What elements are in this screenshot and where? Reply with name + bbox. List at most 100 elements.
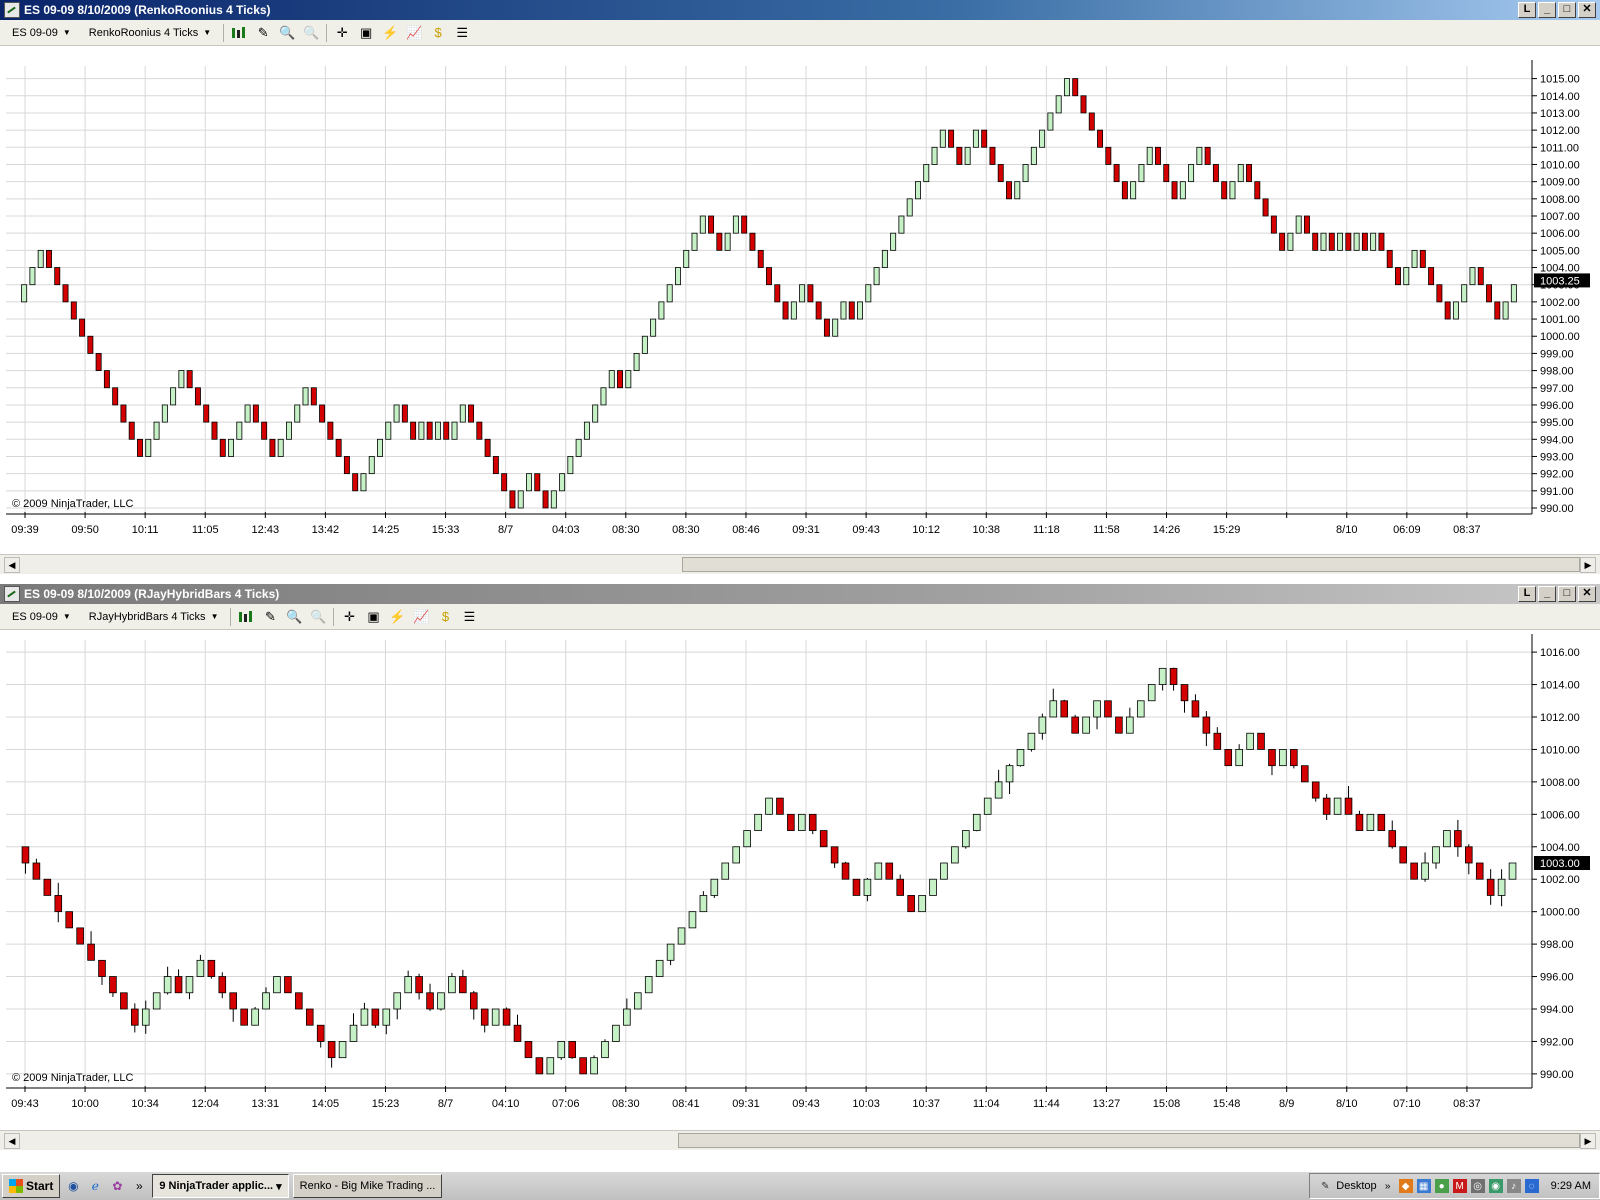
start-button[interactable]: Start [2,1174,61,1198]
up-brick [236,421,243,440]
renko-chart[interactable]: 09:39 09:50 10:11 11:05 12:43 13:42 14:25 15:33… [0,46,1600,554]
windows-logo-icon [9,1179,23,1193]
strategy-icon[interactable]: ⚡ [381,24,399,42]
down-brick [54,895,63,913]
properties-icon[interactable]: ☰ [460,608,478,626]
zoom-out-icon[interactable]: 🔍 [309,608,327,626]
properties-icon[interactable]: ☰ [453,24,471,42]
task-browser[interactable]: Renko - Big Mike Trading ... [292,1174,443,1198]
drawing-tool-icon[interactable]: ✎ [254,24,272,42]
maximize-button[interactable]: □ [1558,586,1576,602]
tray-expand-icon[interactable]: » [1381,1179,1395,1193]
window-titlebar[interactable]: ES 09-09 8/10/2009 (RenkoRoonius 4 Ticks… [0,0,1600,20]
crosshair-icon[interactable]: ✛ [333,24,351,42]
window-titlebar[interactable]: ES 09-09 8/10/2009 (RJayHybridBars 4 Tic… [0,584,1600,604]
desktop-toolbar-label[interactable]: Desktop [1336,1180,1376,1192]
horizontal-scrollbar[interactable]: ◀ ▶ [0,1130,1600,1150]
horizontal-scrollbar[interactable]: ◀ ▶ [0,554,1600,574]
up-brick [1502,301,1509,320]
crosshair-icon[interactable]: ✛ [340,608,358,626]
down-brick [410,421,417,440]
instrument-selector[interactable]: ES 09-09 ▼ [6,611,77,623]
maximize-button[interactable]: □ [1558,2,1576,18]
time-axis-label: 08:41 [672,1098,700,1110]
down-brick [186,370,193,389]
down-brick [207,959,216,977]
currency-icon[interactable]: $ [429,24,447,42]
down-brick [1204,146,1211,165]
hybrid-chart[interactable]: 09:43 10:00 10:34 12:04 13:31 14:05 15:23 8/7 04… [0,630,1600,1130]
instrument-selector[interactable]: ES 09-09 ▼ [6,27,77,39]
zoom-out-icon[interactable]: 🔍 [302,24,320,42]
tray-app-icon[interactable]: ◆ [1398,1179,1413,1193]
internet-explorer-icon[interactable]: ℯ [86,1177,104,1195]
zoom-in-icon[interactable]: 🔍 [285,608,303,626]
scroll-left-button[interactable]: ◀ [4,557,20,573]
pen-icon[interactable]: ✎ [1318,1179,1332,1193]
indicators-icon[interactable]: 📈 [412,608,430,626]
strategy-icon[interactable]: ⚡ [388,608,406,626]
scroll-right-button[interactable]: ▶ [1580,557,1596,573]
minimize-button[interactable]: _ [1538,586,1556,602]
drawing-tool-icon[interactable]: ✎ [261,608,279,626]
up-brick [546,1057,555,1075]
up-brick [1179,181,1186,200]
chart-panel-hybrid[interactable]: 09:43 10:00 10:34 12:04 13:31 14:05 15:23 8/7 04… [0,630,1600,1130]
show-desktop-icon[interactable]: ◉ [64,1177,82,1195]
bar-type-selector[interactable]: RenkoRoonius 4 Ticks ▼ [83,27,217,39]
down-brick [1395,267,1401,286]
data-box-icon[interactable]: ▣ [364,608,382,626]
down-brick [885,862,894,880]
scroll-left-button[interactable]: ◀ [4,1133,20,1149]
volume-icon[interactable]: ♪ [1506,1179,1521,1193]
close-button[interactable]: ✕ [1578,586,1596,602]
down-brick [87,335,94,354]
quicklaunch-app-icon[interactable]: ✿ [108,1177,126,1195]
bar-style-icon[interactable] [237,608,255,626]
link-window-button[interactable]: L [1518,586,1536,602]
currency-icon[interactable]: $ [436,608,454,626]
indicators-icon[interactable]: 📈 [405,24,423,42]
down-brick [896,878,905,896]
tray-app-icon[interactable]: ◎ [1470,1179,1485,1193]
network-icon[interactable]: ▦ [1416,1179,1431,1193]
time-axis-label: 10:12 [912,524,940,536]
chart-panel-renko[interactable]: 09:39 09:50 10:11 11:05 12:43 13:42 14:25 15:33… [0,46,1600,554]
data-box-icon[interactable]: ▣ [357,24,375,42]
bar-type-selector[interactable]: RJayHybridBars 4 Ticks ▼ [83,611,225,623]
down-brick [716,232,723,251]
up-brick [286,421,292,440]
last-price-label: 1003.25 [1540,275,1580,287]
price-axis-label: 1006.00 [1540,809,1580,821]
task-ninjatrader[interactable]: 9 NinjaTrader applic... ▾ [152,1174,289,1198]
down-brick [819,830,828,848]
update-icon[interactable]: ◌ [1524,1179,1539,1193]
down-brick [1344,797,1353,815]
up-brick [557,1041,566,1059]
link-window-button[interactable]: L [1518,2,1536,18]
price-axis-label: 1013.00 [1540,108,1580,120]
time-axis-label: 8/10 [1336,1098,1357,1110]
up-brick [418,421,425,440]
down-brick [1113,164,1120,183]
quicklaunch-more-icon[interactable]: » [130,1177,148,1195]
minimize-button[interactable]: _ [1538,2,1556,18]
up-brick [691,232,698,251]
mail-icon[interactable]: M [1452,1179,1467,1193]
zoom-in-icon[interactable]: 🔍 [278,24,296,42]
down-brick [841,862,850,880]
bar-style-icon[interactable] [230,24,248,42]
down-brick [426,992,434,1010]
security-icon[interactable]: ◉ [1488,1179,1503,1193]
time-axis-label: 13:27 [1093,1098,1121,1110]
close-button[interactable]: ✕ [1578,2,1596,18]
scroll-thumb[interactable] [682,557,1580,572]
up-brick [873,267,880,286]
down-brick [76,927,84,945]
scroll-thumb[interactable] [678,1133,1580,1148]
scroll-right-button[interactable]: ▶ [1580,1133,1596,1149]
toolbar-separator [223,23,225,42]
up-brick [377,438,383,457]
tray-app-icon[interactable]: ● [1434,1179,1449,1193]
up-brick [1469,267,1476,286]
